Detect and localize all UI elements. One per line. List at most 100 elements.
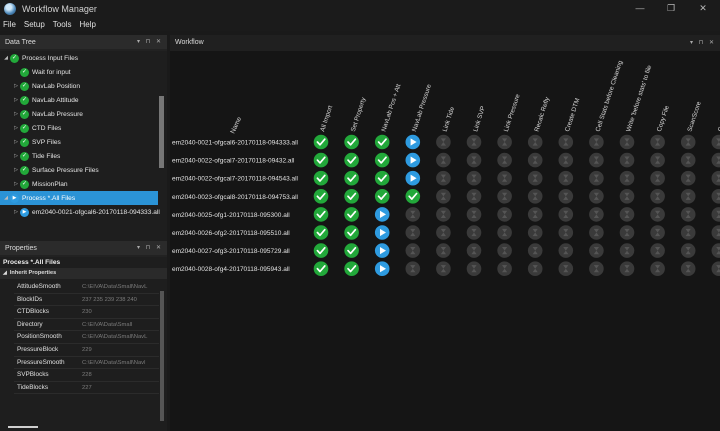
check-circle-icon[interactable] <box>313 261 329 276</box>
property-row[interactable]: CTDBlocks 230 <box>14 306 159 319</box>
hourglass-icon[interactable] <box>650 134 665 150</box>
hourglass-icon[interactable] <box>436 170 451 186</box>
hourglass-icon[interactable] <box>558 170 574 186</box>
hourglass-icon[interactable] <box>558 225 574 240</box>
property-row[interactable]: BlockIDs 237 235 239 238 240 <box>14 294 159 307</box>
property-value[interactable]: C:\EIVA\Data\Small\NavL <box>80 331 159 343</box>
workflow-row-name[interactable]: em2040-0022-ofgcal7-20170118-09432.all <box>172 158 295 165</box>
hourglass-icon[interactable] <box>619 189 635 204</box>
hourglass-icon[interactable] <box>711 152 720 168</box>
tree-item[interactable]: ▷ ✓ NavLab Attitude <box>0 93 160 107</box>
expand-arrow-icon[interactable]: ▷ <box>12 181 20 187</box>
hourglass-icon[interactable] <box>527 225 543 240</box>
hourglass-icon[interactable] <box>466 261 482 276</box>
properties-section-header[interactable]: ◢ Inherit Properties <box>0 268 167 279</box>
close-button[interactable]: ✕ <box>696 2 710 14</box>
menu-help[interactable]: Help <box>79 20 95 29</box>
hourglass-icon[interactable] <box>497 243 512 258</box>
workflow-column-header[interactable]: Copy File <box>656 104 671 132</box>
workflow-row-name[interactable]: em2040-0025-ofg1-20170118-095300.all <box>172 212 290 219</box>
check-circle-icon[interactable] <box>374 170 390 186</box>
property-row[interactable]: AttitudeSmooth C:\EIVA\Data\Small\NavL <box>14 281 159 294</box>
workflow-row-name[interactable]: em2040-0027-ofg3-20170118-095729.all <box>172 248 290 255</box>
expanded-arrow-icon[interactable]: ◢ <box>2 195 10 201</box>
hourglass-icon[interactable] <box>497 207 512 222</box>
check-circle-icon[interactable] <box>313 207 329 222</box>
hourglass-icon[interactable] <box>650 243 665 258</box>
hourglass-icon[interactable] <box>436 243 451 258</box>
hourglass-icon[interactable] <box>558 152 574 168</box>
property-value[interactable]: 228 <box>80 369 159 381</box>
workflow-column-header[interactable]: NavLab Pos + Att <box>380 83 402 133</box>
check-circle-icon[interactable] <box>344 225 359 240</box>
hourglass-icon[interactable] <box>619 170 635 186</box>
hourglass-icon[interactable] <box>466 225 482 240</box>
expand-arrow-icon[interactable]: ▷ <box>12 97 20 103</box>
property-row[interactable]: Directory C:\EIVA\Data\Small <box>14 319 159 332</box>
check-circle-icon[interactable] <box>374 134 390 150</box>
tree-item[interactable]: ▷ ✓ MissionPlan <box>0 177 160 191</box>
workflow-column-header[interactable]: Recalc Refly <box>533 96 551 133</box>
hourglass-icon[interactable] <box>466 170 482 186</box>
menu-setup[interactable]: Setup <box>24 20 45 29</box>
play-circle-icon[interactable] <box>374 261 390 276</box>
property-value[interactable]: 230 <box>80 306 159 318</box>
hourglass-icon[interactable] <box>589 207 604 222</box>
hourglass-icon[interactable] <box>650 189 665 204</box>
hourglass-icon[interactable] <box>527 134 543 150</box>
hourglass-icon[interactable] <box>680 243 696 258</box>
workflow-column-header[interactable]: Create DTM <box>564 97 581 132</box>
hourglass-icon[interactable] <box>436 261 451 276</box>
hourglass-icon[interactable] <box>589 170 604 186</box>
menu-file[interactable]: File <box>3 20 16 29</box>
hourglass-icon[interactable] <box>680 152 696 168</box>
property-row[interactable]: PositionSmooth C:\EIVA\Data\Small\NavL <box>14 331 159 344</box>
play-circle-icon[interactable] <box>374 207 390 222</box>
tree-item[interactable]: ✓ Wait for input <box>0 65 160 79</box>
hourglass-icon[interactable] <box>527 261 543 276</box>
hourglass-icon[interactable] <box>589 134 604 150</box>
expand-arrow-icon[interactable]: ▷ <box>12 125 20 131</box>
hourglass-icon[interactable] <box>436 189 451 204</box>
property-row[interactable]: PressureSmooth C:\EIVA\Data\Small\Navl <box>14 357 159 370</box>
hourglass-icon[interactable] <box>558 243 574 258</box>
workflow-column-header[interactable]: Link Pressure <box>503 93 522 133</box>
hourglass-icon[interactable] <box>619 152 635 168</box>
hourglass-icon[interactable] <box>711 207 720 222</box>
check-circle-icon[interactable] <box>313 225 329 240</box>
hourglass-icon[interactable] <box>680 170 696 186</box>
properties-panel-controls[interactable]: ▾ ⊓ ✕ <box>137 241 163 255</box>
hourglass-icon[interactable] <box>711 243 720 258</box>
hourglass-icon[interactable] <box>436 152 451 168</box>
hourglass-icon[interactable] <box>466 152 482 168</box>
check-circle-icon[interactable] <box>405 189 421 204</box>
hourglass-icon[interactable] <box>589 261 604 276</box>
hourglass-icon[interactable] <box>711 225 720 240</box>
name-column-header[interactable]: Name <box>229 116 243 135</box>
hourglass-icon[interactable] <box>405 207 421 222</box>
check-circle-icon[interactable] <box>344 170 359 186</box>
hourglass-icon[interactable] <box>680 261 696 276</box>
hourglass-icon[interactable] <box>405 225 421 240</box>
hourglass-icon[interactable] <box>650 261 665 276</box>
expanded-arrow-icon[interactable]: ◢ <box>2 55 10 61</box>
check-circle-icon[interactable] <box>344 152 359 168</box>
hourglass-icon[interactable] <box>436 134 451 150</box>
hourglass-icon[interactable] <box>558 207 574 222</box>
tree-item[interactable]: ▷ ▶ em2040-0021-ofgcal6-20170118-094333.al… <box>0 205 160 219</box>
property-row[interactable]: SVPBlocks 228 <box>14 369 159 382</box>
check-circle-icon[interactable] <box>313 243 329 258</box>
hourglass-icon[interactable] <box>558 134 574 150</box>
tree-item[interactable]: ▷ ✓ CTD Files <box>0 121 160 135</box>
workflow-column-header[interactable]: Write 'before stats' to file <box>625 64 653 133</box>
workflow-row-name[interactable]: em2040-0028-ofg4-20170118-095943.all <box>172 266 290 273</box>
hourglass-icon[interactable] <box>619 243 635 258</box>
maximize-button[interactable]: ❐ <box>664 2 678 14</box>
expand-arrow-icon[interactable]: ▷ <box>12 167 20 173</box>
workflow-row-name[interactable]: em2040-0026-ofg2-20170118-095510.all <box>172 230 290 237</box>
property-value[interactable]: 229 <box>80 344 159 356</box>
play-circle-icon[interactable] <box>374 243 390 258</box>
tree-item[interactable]: ▷ ✓ NavLab Pressure <box>0 107 160 121</box>
check-circle-icon[interactable] <box>374 152 390 168</box>
play-circle-icon[interactable] <box>374 225 390 240</box>
